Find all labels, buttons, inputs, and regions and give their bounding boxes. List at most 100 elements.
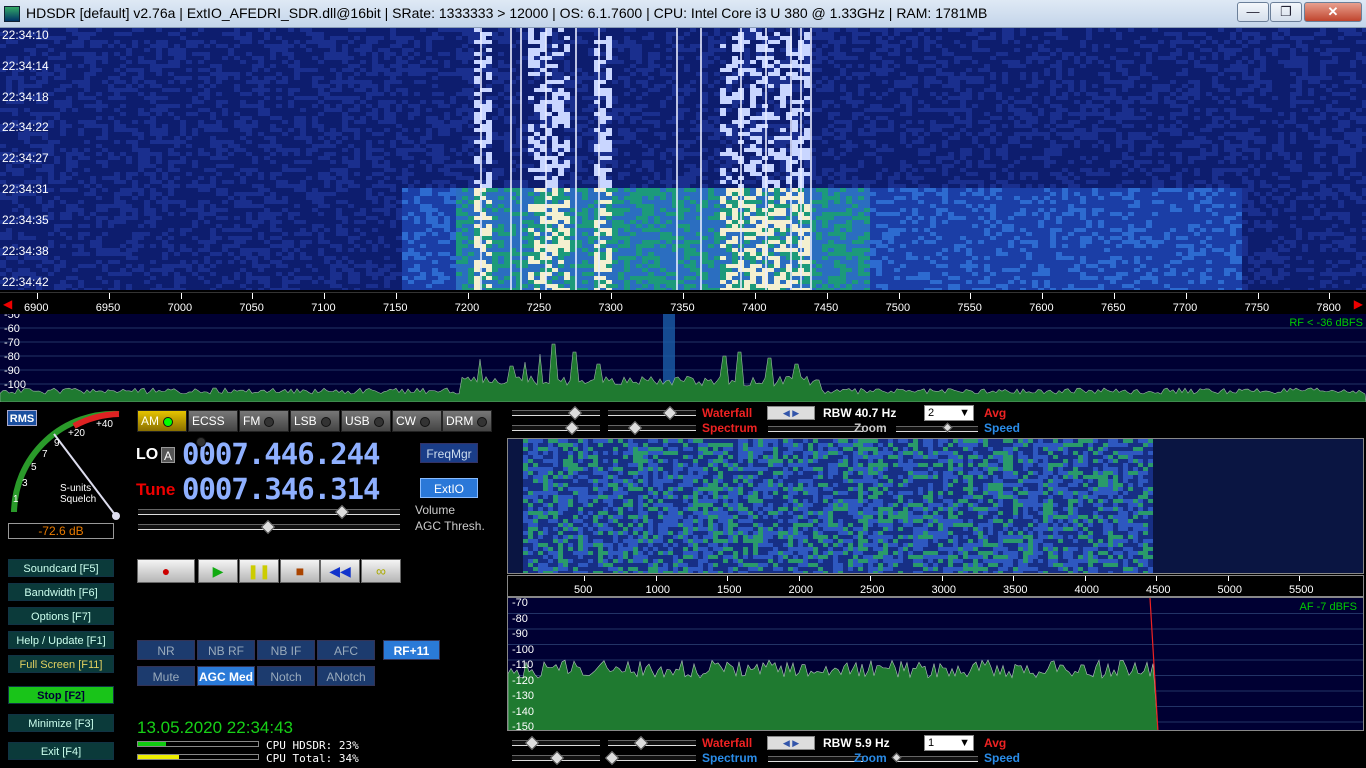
waterfall-cell	[258, 96, 264, 100]
waterfall-cell	[144, 100, 150, 104]
close-window-button[interactable]: ✕	[1304, 2, 1362, 22]
waterfall-cell	[1116, 76, 1122, 80]
waterfall-cell	[702, 104, 708, 108]
waterfall-cell	[1158, 36, 1164, 40]
waterfall-cell	[1266, 76, 1272, 80]
waterfall-cell	[174, 60, 180, 64]
waterfall-cell	[96, 92, 102, 96]
waterfall-cell	[996, 84, 1002, 88]
waterfall-cell	[1356, 44, 1362, 48]
waterfall-cell	[162, 32, 168, 36]
waterfall-cell	[474, 108, 480, 112]
waterfall-cell	[684, 76, 690, 80]
waterfall-cell	[474, 48, 480, 52]
waterfall-cell	[168, 112, 174, 116]
waterfall-cell	[1158, 60, 1164, 64]
waterfall-cell	[1026, 92, 1032, 96]
waterfall-cell	[978, 68, 984, 72]
waterfall-cell	[1134, 100, 1140, 104]
waterfall-cell	[888, 76, 894, 80]
waterfall-cell	[756, 44, 762, 48]
waterfall-cell	[210, 40, 216, 44]
rf-waterfall[interactable]	[0, 28, 1366, 290]
waterfall-cell	[0, 104, 6, 108]
waterfall-cell	[846, 32, 852, 36]
waterfall-cell	[228, 100, 234, 104]
waterfall-cell	[648, 92, 654, 96]
waterfall-cell	[1038, 48, 1044, 52]
waterfall-cell	[1008, 80, 1014, 84]
waterfall-cell	[1158, 108, 1164, 112]
waterfall-cell	[378, 100, 384, 104]
waterfall-cell	[912, 60, 918, 64]
waterfall-cell	[252, 60, 258, 64]
waterfall-cell	[972, 88, 978, 92]
waterfall-cell	[582, 48, 588, 52]
waterfall-cell	[1194, 32, 1200, 36]
waterfall-cell	[420, 112, 426, 116]
waterfall-cell	[384, 96, 390, 100]
waterfall-cell	[888, 44, 894, 48]
waterfall-cell	[324, 40, 330, 44]
waterfall-cell	[600, 76, 606, 80]
waterfall-cell	[942, 108, 948, 112]
waterfall-cell	[1068, 80, 1074, 84]
waterfall-cell	[1032, 28, 1038, 32]
waterfall-cell	[1080, 64, 1086, 68]
waterfall-cell	[726, 80, 732, 84]
waterfall-cell	[1278, 60, 1284, 64]
waterfall-cell	[138, 40, 144, 44]
waterfall-cell	[792, 68, 798, 72]
waterfall-cell	[414, 72, 420, 76]
waterfall-cell	[1032, 80, 1038, 84]
waterfall-cell	[648, 56, 654, 60]
waterfall-cell	[336, 56, 342, 60]
waterfall-cell	[1302, 104, 1308, 108]
waterfall-cell	[1224, 108, 1230, 112]
waterfall-cell	[930, 96, 936, 100]
waterfall-cell	[1158, 52, 1164, 56]
waterfall-cell	[942, 40, 948, 44]
minimize-window-button[interactable]: —	[1237, 2, 1269, 22]
waterfall-cell	[1140, 84, 1146, 88]
waterfall-cell	[342, 40, 348, 44]
maximize-window-button[interactable]: ❐	[1270, 2, 1302, 22]
waterfall-cell	[1242, 68, 1248, 72]
waterfall-cell	[78, 88, 84, 92]
waterfall-cell	[66, 112, 72, 116]
waterfall-cell	[1254, 68, 1260, 72]
waterfall-cell	[642, 68, 648, 72]
waterfall-cell	[1356, 56, 1362, 60]
waterfall-cell	[498, 40, 504, 44]
waterfall-cell	[840, 108, 846, 112]
waterfall-cell	[702, 52, 708, 56]
waterfall-cell	[420, 84, 426, 88]
waterfall-cell	[426, 108, 432, 112]
waterfall-cell	[1212, 100, 1218, 104]
waterfall-cell	[828, 92, 834, 96]
waterfall-cell	[1302, 64, 1308, 68]
waterfall-cell	[618, 64, 624, 68]
waterfall-cell	[960, 88, 966, 92]
waterfall-cell	[702, 44, 708, 48]
waterfall-cell	[816, 48, 822, 52]
waterfall-cell	[246, 36, 252, 40]
waterfall-cell	[1044, 100, 1050, 104]
waterfall-cell	[552, 64, 558, 68]
waterfall-cell	[390, 52, 396, 56]
waterfall-cell	[138, 96, 144, 100]
waterfall-cell	[690, 40, 696, 44]
waterfall-cell	[1122, 52, 1128, 56]
waterfall-cell	[666, 100, 672, 104]
waterfall-cell	[1134, 40, 1140, 44]
waterfall-cell	[486, 80, 492, 84]
waterfall-cell	[102, 56, 108, 60]
waterfall-cell	[1350, 84, 1356, 88]
waterfall-cell	[396, 40, 402, 44]
waterfall-cell	[1224, 48, 1230, 52]
waterfall-cell	[1278, 80, 1284, 84]
waterfall-cell	[774, 76, 780, 80]
waterfall-cell	[432, 44, 438, 48]
waterfall-cell	[1362, 76, 1366, 80]
waterfall-cell	[504, 52, 510, 56]
